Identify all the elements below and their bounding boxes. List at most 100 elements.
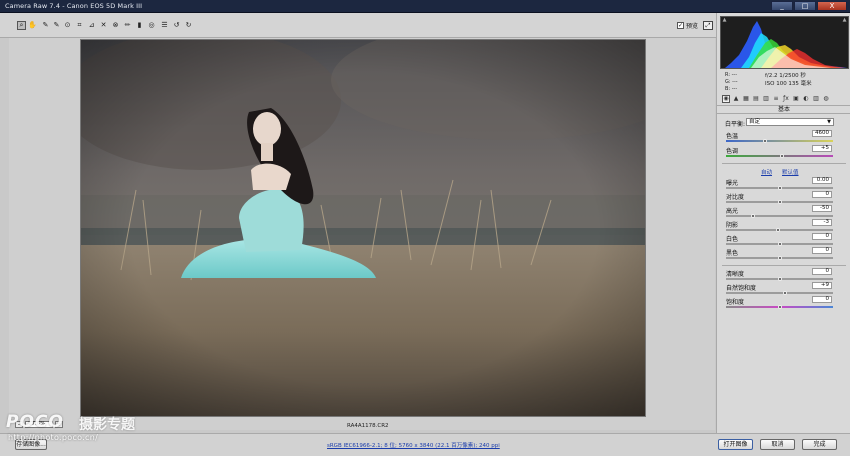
- saturation-value-field[interactable]: 0: [812, 296, 832, 303]
- whites-slider[interactable]: [726, 242, 833, 246]
- workflow-options-link[interactable]: sRGB IEC61966-2.1; 8 位; 5760 x 3840 (22.…: [327, 441, 500, 449]
- blacks-value-field[interactable]: 0: [812, 247, 832, 254]
- exif-aperture-shutter: f/2.2 1/2500 秒: [765, 73, 806, 79]
- crop-tool-icon[interactable]: ⌗: [75, 21, 84, 30]
- contrast-slider[interactable]: [726, 200, 833, 204]
- rgb-g: G: ---: [725, 79, 738, 85]
- watermark-url: http://photo.poco.cn/: [8, 433, 99, 442]
- tab-snapshots-icon[interactable]: ▥: [812, 95, 820, 103]
- chevron-down-icon: ▼: [827, 119, 831, 125]
- shadows-slider-handle[interactable]: [776, 228, 781, 232]
- exif-info: f/2.2 1/2500 秒 ISO 100 135 毫米: [765, 72, 812, 88]
- color-sampler-tool-icon[interactable]: ✎: [52, 21, 61, 30]
- red-eye-tool-icon[interactable]: ⊗: [111, 21, 120, 30]
- highlight-clipping-icon[interactable]: ▲: [842, 18, 847, 23]
- targeted-adjustment-tool-icon[interactable]: ⊙: [63, 21, 72, 30]
- vibrance-label: 自然饱和度: [726, 285, 757, 292]
- temperature-slider[interactable]: [726, 139, 833, 143]
- divider: [722, 265, 846, 266]
- tab-camera-calibration-icon[interactable]: ▣: [792, 95, 800, 103]
- tab-tone-curve-icon[interactable]: ▲: [732, 95, 740, 103]
- highlights-slider-handle[interactable]: [750, 214, 755, 218]
- white-balance-select[interactable]: 自定 ▼: [746, 118, 834, 126]
- preferences-icon[interactable]: ☰: [160, 21, 169, 30]
- file-name: RA4A1178.CR2: [347, 423, 389, 429]
- tint-value-field[interactable]: +5: [812, 145, 832, 152]
- highlights-value-field[interactable]: -50: [812, 205, 832, 212]
- blacks-slider[interactable]: [726, 256, 833, 260]
- tab-detail-icon[interactable]: ▦: [742, 95, 750, 103]
- clarity-slider-handle[interactable]: [777, 277, 782, 281]
- photo-preview[interactable]: [80, 39, 646, 417]
- cancel-button[interactable]: 取消: [760, 439, 795, 450]
- minimize-button[interactable]: _: [771, 1, 793, 11]
- shadows-value-field[interactable]: -3: [812, 219, 832, 226]
- panel-header: 基本: [717, 105, 850, 114]
- exposure-label: 曝光: [726, 180, 739, 187]
- radial-filter-icon[interactable]: ◎: [147, 21, 156, 30]
- rotate-right-icon[interactable]: ↻: [184, 21, 193, 30]
- hand-tool-icon[interactable]: ✋: [28, 21, 37, 30]
- blacks-slider-handle[interactable]: [777, 256, 782, 260]
- histogram: ▲ ▲: [720, 16, 849, 69]
- photo-canvas: [81, 40, 645, 416]
- tint-slider-handle[interactable]: [779, 154, 784, 158]
- watermark-title: 摄影专题: [79, 417, 135, 433]
- close-button[interactable]: X: [817, 1, 847, 11]
- maximize-button[interactable]: □: [794, 1, 816, 11]
- spot-removal-tool-icon[interactable]: ✕: [99, 21, 108, 30]
- temperature-value-field[interactable]: 4600: [812, 130, 832, 137]
- whites-slider-handle[interactable]: [777, 242, 782, 246]
- default-link[interactable]: 默认值: [782, 168, 799, 176]
- shadows-slider[interactable]: [726, 228, 833, 232]
- white-balance-tool-icon[interactable]: ✎: [41, 21, 50, 30]
- highlights-slider[interactable]: [726, 214, 833, 218]
- contrast-value-field[interactable]: 0: [812, 191, 832, 198]
- shadow-clipping-icon[interactable]: ▲: [722, 18, 727, 23]
- image-stage: [9, 38, 715, 430]
- fullscreen-icon[interactable]: ⤢: [703, 21, 713, 30]
- watermark-brand: POCO: [6, 412, 64, 432]
- tab-basic-icon[interactable]: ◉: [722, 95, 730, 103]
- saturation-slider[interactable]: [726, 305, 833, 309]
- adjustment-brush-icon[interactable]: ✏: [123, 21, 132, 30]
- done-button[interactable]: 完成: [802, 439, 837, 450]
- tab-effects-icon[interactable]: ƒx: [782, 95, 790, 103]
- temperature-label: 色温: [726, 133, 739, 140]
- highlights-label: 高光: [726, 208, 739, 215]
- watermark: POCO 摄影专题 http://photo.poco.cn/: [6, 412, 206, 452]
- contrast-slider-handle[interactable]: [777, 200, 782, 204]
- window-controls: _ □ X: [771, 1, 847, 11]
- preview-label: 预览: [686, 23, 699, 30]
- whites-label: 白色: [726, 236, 739, 243]
- tab-split-toning-icon[interactable]: ▥: [762, 95, 770, 103]
- tint-slider[interactable]: [726, 154, 833, 158]
- panel-tabs: ◉ ▲ ▦ ▤ ▥ ≡ ƒx ▣ ◐ ▥ ◍: [720, 95, 849, 105]
- preview-toggle[interactable]: ✓ 预览: [677, 21, 698, 30]
- tab-presets-icon[interactable]: ◐: [802, 95, 810, 103]
- saturation-slider-handle[interactable]: [777, 305, 782, 309]
- preview-checkbox[interactable]: ✓: [677, 22, 684, 29]
- rotate-left-icon[interactable]: ↺: [172, 21, 181, 30]
- auto-link[interactable]: 自动: [761, 168, 772, 176]
- vibrance-value-field[interactable]: +9: [812, 282, 832, 289]
- exposure-slider-handle[interactable]: [777, 186, 782, 190]
- clarity-slider[interactable]: [726, 277, 833, 281]
- vibrance-slider-handle[interactable]: [782, 291, 787, 295]
- tab-hsl-icon[interactable]: ▤: [752, 95, 760, 103]
- clarity-value-field[interactable]: 0: [812, 268, 832, 275]
- straighten-tool-icon[interactable]: ⊿: [87, 21, 96, 30]
- tab-settings-icon[interactable]: ◍: [822, 95, 830, 103]
- zoom-tool-icon[interactable]: ⌕: [17, 21, 26, 30]
- exposure-slider[interactable]: [726, 186, 833, 190]
- exposure-value-field[interactable]: 0.00: [812, 177, 832, 184]
- tab-lens-corrections-icon[interactable]: ≡: [772, 95, 780, 103]
- temperature-slider-handle[interactable]: [762, 139, 767, 143]
- open-image-button[interactable]: 打开图像: [718, 439, 753, 450]
- white-balance-value: 自定: [749, 119, 761, 125]
- rgb-r: R: ---: [725, 72, 738, 78]
- vibrance-slider[interactable]: [726, 291, 833, 295]
- tint-label: 色调: [726, 148, 739, 155]
- whites-value-field[interactable]: 0: [812, 233, 832, 240]
- graduated-filter-icon[interactable]: ▮: [135, 21, 144, 30]
